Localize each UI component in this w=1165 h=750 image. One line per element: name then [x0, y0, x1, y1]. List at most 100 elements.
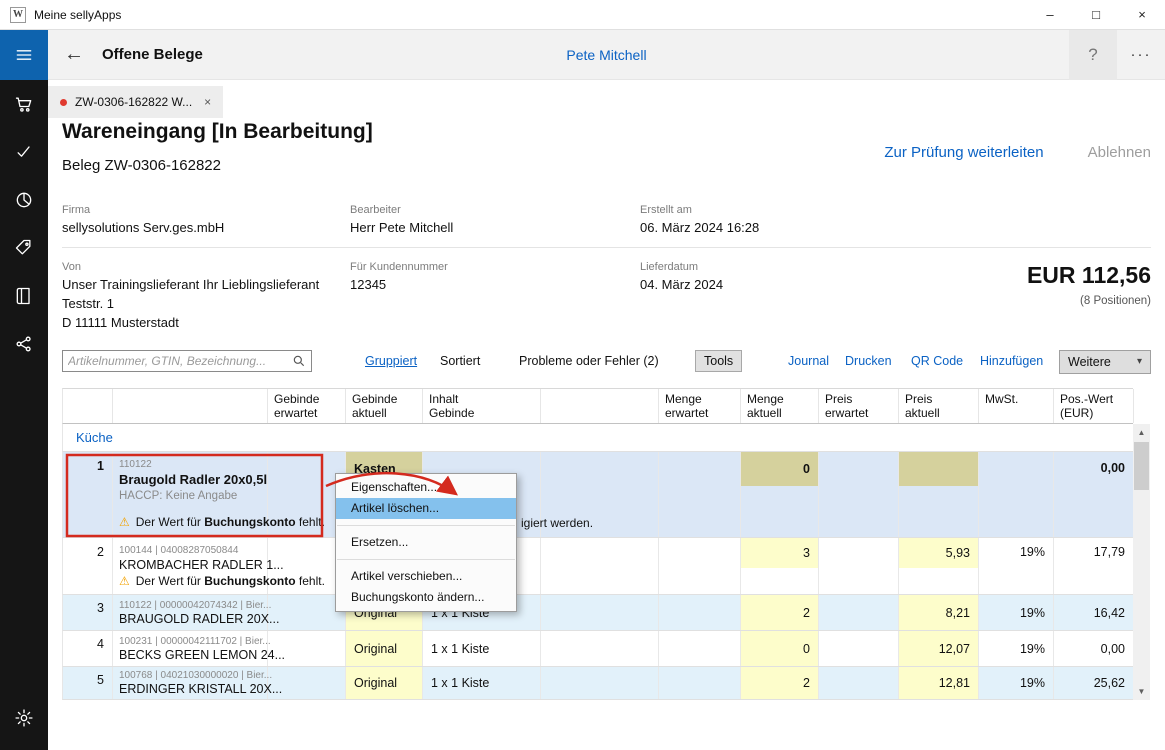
divider: [62, 247, 1151, 248]
preis-aktuell-input[interactable]: [899, 452, 978, 486]
table-row-1[interactable]: 1 110122 Braugold Radler 20x0,5l HACCP: …: [62, 452, 1133, 538]
sidebar-item-reports[interactable]: [0, 176, 48, 224]
row-number: 4: [63, 631, 113, 666]
table-row-2[interactable]: 2 100144 | 04008287050844 KROMBACHER RAD…: [62, 538, 1133, 595]
article-note: HACCP: Keine Angabe: [119, 489, 267, 504]
col-num: [63, 389, 113, 423]
main-content: ZW-0306-162822 W... × Wareneingang [In B…: [48, 80, 1165, 750]
maximize-button[interactable]: □: [1073, 0, 1119, 30]
journal-button[interactable]: Journal: [788, 350, 829, 372]
unsaved-indicator-dot: [60, 99, 67, 106]
article-name: BECKS GREEN LEMON 24...: [119, 648, 267, 662]
kundennummer-label: Für Kundennummer: [350, 261, 448, 273]
filter-probleme[interactable]: Probleme oder Fehler (2): [519, 350, 659, 372]
menge-erwartet-cell: [659, 452, 741, 537]
minimize-button[interactable]: –: [1027, 0, 1073, 30]
menu-separator: [337, 525, 515, 526]
print-button[interactable]: Drucken: [845, 350, 892, 372]
preis-aktuell-input[interactable]: 12,81: [899, 667, 979, 699]
reject-button[interactable]: Ablehnen: [1088, 144, 1151, 161]
tools-button[interactable]: Tools: [695, 350, 742, 372]
sidebar-item-tasks[interactable]: [0, 128, 48, 176]
filter-sortiert[interactable]: Sortiert: [440, 350, 480, 372]
current-user[interactable]: Pete Mitchell: [48, 47, 1165, 63]
bearbeiter-value: Herr Pete Mitchell: [350, 220, 453, 235]
col-article: [113, 389, 268, 423]
row-warning: ⚠ Der Wert für Buchungskonto fehlt.: [119, 515, 325, 529]
col-gebinde-aktuell: Gebinde aktuell: [346, 389, 423, 423]
menu-item-artikel-loeschen[interactable]: Artikel löschen...: [336, 498, 516, 519]
search-input[interactable]: [68, 354, 292, 368]
chevron-down-icon: ▾: [1137, 351, 1142, 373]
menge-aktuell-cell: 3: [741, 538, 819, 594]
add-button[interactable]: Hinzufügen: [980, 350, 1043, 372]
group-header-kueche[interactable]: Küche: [62, 424, 1133, 452]
sidebar-item-share[interactable]: [0, 320, 48, 368]
more-options-button[interactable]: ···: [1117, 30, 1165, 80]
erstellt-value: 06. März 2024 16:28: [640, 220, 759, 235]
preis-aktuell-cell: [899, 452, 979, 537]
position-count: (8 Positionen): [1080, 295, 1151, 307]
more-dropdown-button[interactable]: Weitere ▾: [1059, 350, 1151, 374]
tab-close-icon[interactable]: ×: [204, 95, 211, 109]
sidebar-item-journal[interactable]: [0, 272, 48, 320]
document-tab[interactable]: ZW-0306-162822 W... ×: [48, 86, 223, 118]
menge-aktuell-input[interactable]: 2: [741, 595, 819, 630]
scroll-down-button[interactable]: ▼: [1133, 683, 1150, 700]
menge-erwartet-cell: [659, 667, 741, 699]
table-row-4[interactable]: 4 100231 | 00000042111702 | Bier... BECK…: [62, 631, 1133, 667]
help-button[interactable]: ?: [1069, 30, 1117, 80]
preis-aktuell-input[interactable]: 5,93: [899, 538, 978, 568]
menu-item-artikel-verschieben[interactable]: Artikel verschieben...: [336, 566, 516, 587]
forward-for-review-button[interactable]: Zur Prüfung weiterleiten: [884, 144, 1043, 161]
positions-table: Gebinde erwartet Gebinde aktuell Inhalt …: [62, 388, 1133, 700]
sidebar-item-settings[interactable]: [0, 694, 48, 742]
filter-gruppiert[interactable]: Gruppiert: [365, 350, 417, 372]
sidebar-item-cart[interactable]: [0, 80, 48, 128]
inhalt-gebinde-value: 1 x 1 Kiste: [423, 667, 541, 699]
vertical-scrollbar[interactable]: ▲ ▼: [1133, 424, 1150, 700]
menge-erwartet-cell: [659, 538, 741, 594]
mwst-value: 19%: [979, 631, 1054, 666]
preis-erwartet-cell: [819, 631, 899, 666]
preis-aktuell-input[interactable]: 8,21: [899, 595, 979, 630]
col-menge-aktuell: Menge aktuell: [741, 389, 819, 423]
menge-aktuell-input[interactable]: 3: [741, 538, 818, 568]
bearbeiter-label: Bearbeiter: [350, 204, 401, 216]
menge-aktuell-cell: 0: [741, 452, 819, 537]
search-box[interactable]: [62, 350, 312, 372]
von-line2: Teststr. 1: [62, 296, 114, 311]
spacer-cell: [541, 631, 659, 666]
table-row-3[interactable]: 3 110122 | 00000042074342 | Bier... BRAU…: [62, 595, 1133, 631]
gebinde-aktuell-input[interactable]: Original: [346, 631, 423, 666]
menu-separator: [337, 559, 515, 560]
article-code: 100768 | 04021030000020 | Bier...: [119, 670, 267, 681]
pos-wert-cell: 17,79: [1054, 538, 1134, 594]
article-name: BRAUGOLD RADLER 20X...: [119, 612, 267, 626]
menge-aktuell-input[interactable]: 0: [741, 631, 819, 666]
row-warning: ⚠ Der Wert für Buchungskonto fehlt.: [119, 574, 325, 588]
preis-aktuell-cell: 5,93: [899, 538, 979, 594]
menu-item-buchungskonto-aendern[interactable]: Buchungskonto ändern...: [336, 587, 516, 608]
menu-item-eigenschaften[interactable]: Eigenschaften...: [336, 477, 516, 498]
spacer-cell: [541, 538, 659, 594]
hamburger-menu-button[interactable]: [0, 30, 48, 80]
menu-item-ersetzen[interactable]: Ersetzen...: [336, 532, 516, 553]
book-icon: [14, 286, 34, 306]
table-row-5[interactable]: 5 100768 | 04021030000020 | Bier... ERDI…: [62, 667, 1133, 700]
scroll-thumb[interactable]: [1134, 442, 1149, 490]
menge-aktuell-input[interactable]: 0: [741, 452, 818, 486]
gebinde-aktuell-input[interactable]: Original: [346, 667, 423, 699]
col-inhalt-gebinde: Inhalt Gebinde: [423, 389, 541, 423]
close-button[interactable]: ×: [1119, 0, 1165, 30]
mwst-cell: 19%: [979, 538, 1054, 594]
sidebar-item-articles[interactable]: [0, 224, 48, 272]
pos-wert-value: 17,79: [1054, 538, 1133, 559]
qr-code-button[interactable]: QR Code: [911, 350, 963, 372]
preis-erwartet-cell: [819, 538, 899, 594]
menge-aktuell-input[interactable]: 2: [741, 667, 819, 699]
pie-chart-icon: [14, 190, 34, 210]
erstellt-label: Erstellt am: [640, 204, 692, 216]
preis-aktuell-input[interactable]: 12,07: [899, 631, 979, 666]
scroll-up-button[interactable]: ▲: [1133, 424, 1150, 441]
